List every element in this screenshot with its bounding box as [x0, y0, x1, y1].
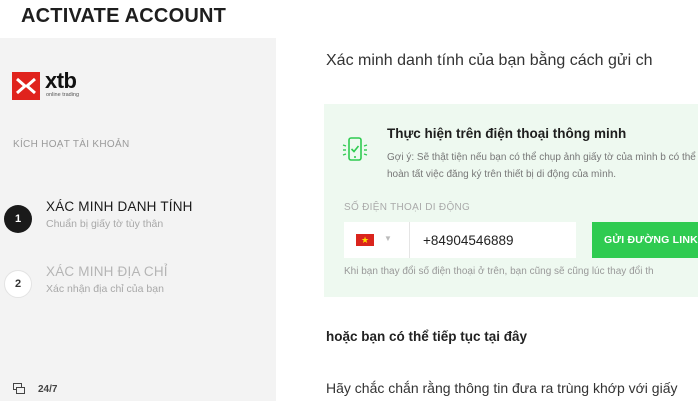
step-title: XÁC MINH ĐỊA CHỈ	[46, 264, 168, 279]
sidebar: xtb online trading KÍCH HOẠT TÀI KHOẢN 1…	[0, 38, 276, 401]
logo-tagline: online trading	[46, 92, 80, 98]
card-note: Khi bạn thay đổi số điện thoại ở trên, b…	[344, 266, 654, 277]
page-title: ACTIVATE ACCOUNT	[21, 5, 227, 27]
step-number: 2	[4, 270, 32, 298]
card-title: Thực hiện trên điện thoại thông minh	[387, 126, 627, 141]
send-link-button[interactable]: GỬI ĐƯỜNG LINK	[592, 222, 698, 258]
instruction-text: Hãy chắc chắn rằng thông tin đưa ra trùn…	[326, 380, 678, 396]
step-identity-verification[interactable]: 1 XÁC MINH DANH TÍNH Chuẩn bị giấy tờ tù…	[0, 193, 276, 241]
step-subtitle: Chuẩn bị giấy tờ tùy thân	[46, 218, 164, 230]
step-number: 1	[4, 205, 32, 233]
sidebar-section-label: KÍCH HOẠT TÀI KHOẢN	[13, 139, 130, 150]
chevron-down-icon: ▼	[384, 234, 392, 243]
phone-number-input[interactable]	[410, 222, 576, 258]
intro-text: Xác minh danh tính của bạn bằng cách gửi…	[326, 52, 653, 69]
smartphone-card: Thực hiện trên điện thoại thông minh Gợi…	[324, 104, 698, 297]
smartphone-check-icon	[342, 137, 368, 161]
xtb-logo[interactable]: xtb online trading	[12, 68, 92, 102]
step-address-verification[interactable]: 2 XÁC MINH ĐỊA CHỈ Xác nhận địa chỉ của …	[0, 258, 276, 306]
chat-icon	[13, 383, 25, 394]
card-tip: Gợi ý: Sẽ thật tiện nếu bạn có thể chụp …	[387, 152, 696, 180]
logo-text: xtb	[45, 68, 77, 93]
vietnam-flag-icon: ★	[356, 234, 374, 246]
xtb-logo-mark-icon	[12, 72, 40, 100]
step-title: XÁC MINH DANH TÍNH	[46, 199, 193, 214]
alternative-heading: hoặc bạn có thể tiếp tục tại đây	[326, 329, 528, 344]
support-label: 24/7	[38, 383, 58, 395]
step-subtitle: Xác nhận địa chỉ của bạn	[46, 283, 164, 295]
support-link[interactable]: 24/7	[13, 383, 57, 395]
top-header: ACTIVATE ACCOUNT	[0, 0, 698, 38]
country-code-select[interactable]: ★ ▼	[344, 222, 410, 258]
phone-field-label: SỐ ĐIỆN THOẠI DI ĐỘNG	[344, 202, 471, 213]
